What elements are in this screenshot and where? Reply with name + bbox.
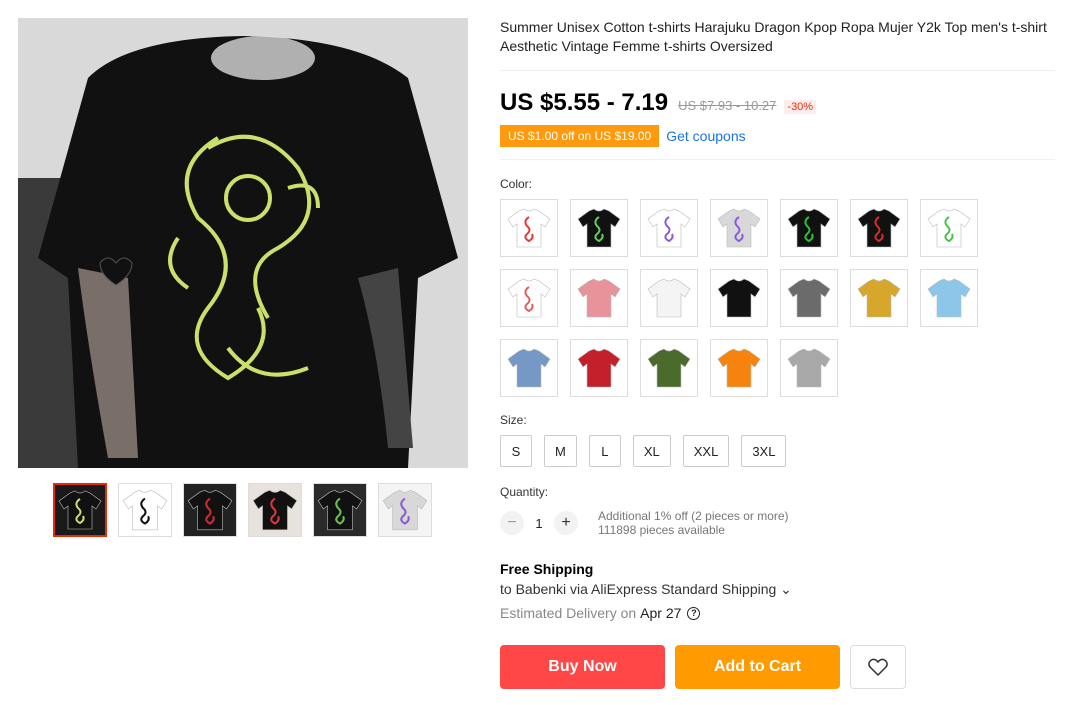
color-swatch-tshirt-white-purple-dragon[interactable]: [640, 199, 698, 257]
tshirt-black-green-dragon-2-icon: [787, 208, 831, 248]
thumbnail-thumb-black-red-dragon[interactable]: [183, 483, 237, 537]
original-price: US $7.93 - 10.27: [678, 98, 777, 113]
product-info: Summer Unisex Cotton t-shirts Harajuku D…: [500, 18, 1055, 689]
tshirt-black-green-dragon-icon: [577, 208, 621, 248]
coupon-tag: US $1.00 off on US $19.00: [500, 125, 660, 147]
product-title: Summer Unisex Cotton t-shirts Harajuku D…: [500, 19, 1047, 54]
quantity-stepper: − 1 + Additional 1% off (2 pieces or mor…: [500, 509, 1055, 537]
estimated-delivery-label: Estimated Delivery on: [500, 605, 637, 621]
color-swatch-tshirt-white-red-dragon[interactable]: [500, 199, 558, 257]
tshirt-light-blue-icon: [927, 278, 971, 318]
current-price: US $5.55 - 7.19: [500, 89, 669, 116]
color-swatch-tshirt-mustard[interactable]: [850, 269, 908, 327]
color-swatch-tshirt-black-green-dragon[interactable]: [570, 199, 628, 257]
thumbnail-thumb-white-red-dragon[interactable]: [248, 483, 302, 537]
quantity-plus-button[interactable]: +: [554, 511, 578, 535]
tshirt-pink-icon: [577, 278, 621, 318]
stock-available-text: 111898 pieces available: [598, 523, 725, 537]
get-coupons-link[interactable]: Get coupons: [666, 128, 745, 144]
color-swatches: [500, 199, 1055, 397]
color-swatch-tshirt-white-red-dragon-2[interactable]: [500, 269, 558, 327]
size-option[interactable]: S: [500, 435, 532, 467]
quantity-info: Additional 1% off (2 pieces or more) 111…: [598, 509, 789, 537]
color-swatch-tshirt-denim-blue[interactable]: [500, 339, 558, 397]
thumb-white-red-dragon-icon: [249, 484, 301, 536]
thumbnail-thumb-black-green-dragon-2[interactable]: [313, 483, 367, 537]
size-option[interactable]: XXL: [682, 435, 730, 467]
discount-badge: -30%: [784, 100, 817, 114]
coupon-row: US $1.00 off on US $19.00 Get coupons: [500, 125, 1055, 147]
color-swatch-tshirt-black-plain[interactable]: [710, 269, 768, 327]
size-label: Size:: [500, 413, 527, 427]
tshirt-white-plain-icon: [647, 278, 691, 318]
main-product-image[interactable]: [18, 18, 468, 468]
thumb-black-green-dragon-icon: [55, 485, 105, 535]
color-swatch-tshirt-light-blue[interactable]: [920, 269, 978, 327]
shipping-title: Free Shipping: [500, 561, 594, 577]
color-swatch-tshirt-pink[interactable]: [570, 269, 628, 327]
buy-now-button[interactable]: Buy Now: [500, 645, 665, 689]
color-swatch-tshirt-light-grey[interactable]: [780, 339, 838, 397]
tshirt-dark-grey-icon: [787, 278, 831, 318]
size-option[interactable]: L: [588, 435, 621, 467]
shipping-destination-link[interactable]: to Babenki via AliExpress Standard Shipp…: [500, 581, 1055, 598]
help-icon[interactable]: ?: [687, 606, 701, 620]
size-option[interactable]: 3XL: [741, 435, 787, 467]
color-swatch-tshirt-white-green-dragon[interactable]: [920, 199, 978, 257]
size-option[interactable]: M: [544, 435, 577, 467]
divider: [500, 70, 1055, 71]
thumb-black-green-dragon-2-icon: [314, 484, 366, 536]
add-to-cart-button[interactable]: Add to Cart: [675, 645, 840, 689]
tshirt-mustard-icon: [857, 278, 901, 318]
thumbnail-thumb-size-chart[interactable]: [118, 483, 172, 537]
action-buttons: Buy Now Add to Cart: [500, 645, 1055, 689]
tshirt-orange-icon: [717, 348, 761, 388]
main-image-art: [18, 18, 468, 468]
tshirt-light-grey-icon: [787, 348, 831, 388]
quantity-label: Quantity:: [500, 485, 549, 499]
heart-icon: [868, 658, 888, 676]
color-swatch-tshirt-dark-grey[interactable]: [780, 269, 838, 327]
color-swatch-tshirt-army-green[interactable]: [640, 339, 698, 397]
tshirt-black-red-dragon-icon: [857, 208, 901, 248]
delivery-date: Apr 27: [640, 605, 682, 621]
color-label: Color:: [500, 177, 533, 191]
tshirt-white-red-dragon-2-icon: [507, 278, 551, 318]
tshirt-black-plain-icon: [717, 278, 761, 318]
color-swatch-tshirt-white-plain[interactable]: [640, 269, 698, 327]
thumb-grey-purple-dragon-icon: [379, 484, 431, 536]
thumbnail-thumb-black-green-dragon[interactable]: [53, 483, 107, 537]
tshirt-grey-purple-dragon-icon: [717, 208, 761, 248]
thumb-size-chart-icon: [119, 484, 171, 536]
estimated-delivery: Estimated Delivery on Apr 27 ?: [500, 605, 1055, 621]
tshirt-white-green-dragon-icon: [927, 208, 971, 248]
color-swatch-tshirt-black-green-dragon-2[interactable]: [780, 199, 838, 257]
color-swatch-tshirt-red[interactable]: [570, 339, 628, 397]
divider: [500, 159, 1055, 160]
quantity-value[interactable]: 1: [524, 516, 554, 531]
wishlist-button[interactable]: [850, 645, 906, 689]
tshirt-army-green-icon: [647, 348, 691, 388]
tshirt-denim-blue-icon: [507, 348, 551, 388]
color-swatch-tshirt-black-red-dragon[interactable]: [850, 199, 908, 257]
color-swatch-tshirt-orange[interactable]: [710, 339, 768, 397]
color-swatch-tshirt-grey-purple-dragon[interactable]: [710, 199, 768, 257]
thumb-black-red-dragon-icon: [184, 484, 236, 536]
thumbnail-strip: [53, 483, 432, 537]
size-option[interactable]: XL: [632, 435, 671, 467]
tshirt-white-purple-dragon-icon: [647, 208, 691, 248]
thumbnail-thumb-grey-purple-dragon[interactable]: [378, 483, 432, 537]
size-options: S M L XL XXL 3XL: [500, 435, 1055, 467]
quantity-minus-button[interactable]: −: [500, 511, 524, 535]
bulk-discount-text: Additional 1% off (2 pieces or more): [598, 509, 789, 523]
tshirt-red-icon: [577, 348, 621, 388]
tshirt-white-red-dragon-icon: [507, 208, 551, 248]
price-row: US $5.55 - 7.19 US $7.93 - 10.27 -30%: [500, 89, 1055, 117]
